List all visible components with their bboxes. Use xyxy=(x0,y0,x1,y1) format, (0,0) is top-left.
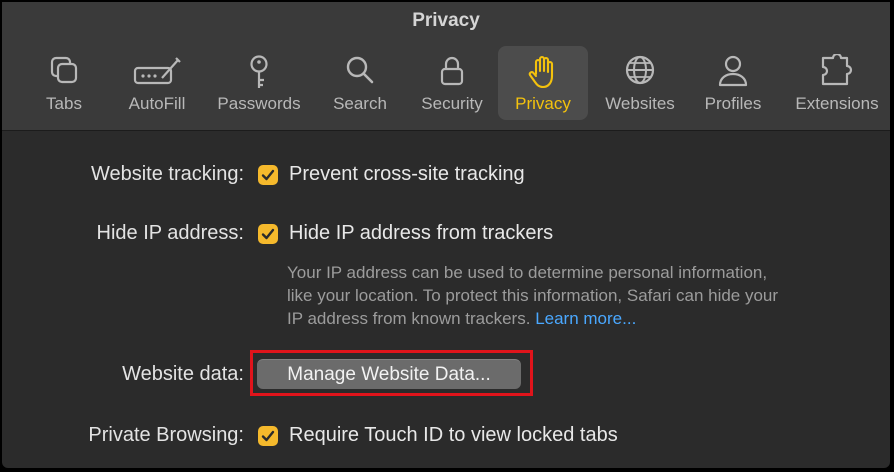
description-line: like your location. To protect this info… xyxy=(287,286,779,305)
tab-label: Profiles xyxy=(704,94,762,113)
autofill-icon xyxy=(133,57,181,85)
tab-tabs[interactable]: Tabs xyxy=(38,46,90,120)
website-data-label: Website data: xyxy=(122,363,244,385)
tab-label: Security xyxy=(421,94,483,113)
hide-ip-label: Hide IP address: xyxy=(96,222,245,244)
touch-id-checkbox[interactable] xyxy=(258,426,278,446)
tab-label: Tabs xyxy=(46,94,82,113)
touch-id-label[interactable]: Require Touch ID to view locked tabs xyxy=(289,424,618,447)
puzzle-icon xyxy=(821,54,853,86)
checkmark-icon xyxy=(261,228,275,240)
tab-profiles[interactable]: Profiles xyxy=(698,46,768,120)
tab-autofill[interactable]: AutoFill xyxy=(120,46,194,120)
tab-label: Passwords xyxy=(217,94,301,113)
tabs-icon xyxy=(50,56,78,84)
tab-security[interactable]: Security xyxy=(412,46,492,120)
website-tracking-label: Website tracking: xyxy=(90,163,244,185)
tab-label: AutoFill xyxy=(128,94,186,113)
private-browsing-label: Private Browsing: xyxy=(88,424,244,446)
tab-label: Extensions xyxy=(795,94,879,113)
lock-icon xyxy=(440,56,464,86)
search-icon xyxy=(346,56,374,84)
prevent-tracking-checkbox[interactable] xyxy=(258,165,278,185)
globe-icon xyxy=(625,55,655,85)
tab-label: Search xyxy=(333,94,387,113)
manage-website-data-button[interactable]: Manage Website Data... xyxy=(257,359,521,389)
hide-ip-option-label[interactable]: Hide IP address from trackers xyxy=(289,222,553,245)
tab-websites[interactable]: Websites xyxy=(598,46,682,120)
tab-privacy[interactable]: Privacy xyxy=(498,46,588,120)
hand-icon xyxy=(528,55,554,89)
hide-ip-description: Your IP address can be used to determine… xyxy=(287,261,867,330)
checkmark-icon xyxy=(261,430,275,442)
tab-extensions[interactable]: Extensions xyxy=(790,46,884,120)
description-line: IP address from known trackers. Learn mo… xyxy=(287,307,867,330)
tab-search[interactable]: Search xyxy=(326,46,394,120)
description-line-text: IP address from known trackers. xyxy=(287,309,531,328)
tab-passwords[interactable]: Passwords xyxy=(210,46,308,120)
window-title: Privacy xyxy=(412,10,480,31)
preferences-window: Privacy Tabs AutoFill Passwords Search S… xyxy=(2,2,890,468)
key-icon xyxy=(250,55,268,88)
checkmark-icon xyxy=(261,169,275,181)
person-icon xyxy=(718,55,748,87)
tab-label: Privacy xyxy=(515,94,571,113)
description-line: Your IP address can be used to determine… xyxy=(287,263,768,282)
learn-more-link[interactable]: Learn more... xyxy=(535,309,636,328)
toolbar: Privacy Tabs AutoFill Passwords Search S… xyxy=(2,2,890,131)
hide-ip-checkbox[interactable] xyxy=(258,224,278,244)
prevent-tracking-label[interactable]: Prevent cross-site tracking xyxy=(289,163,525,186)
tab-label: Websites xyxy=(605,94,675,113)
